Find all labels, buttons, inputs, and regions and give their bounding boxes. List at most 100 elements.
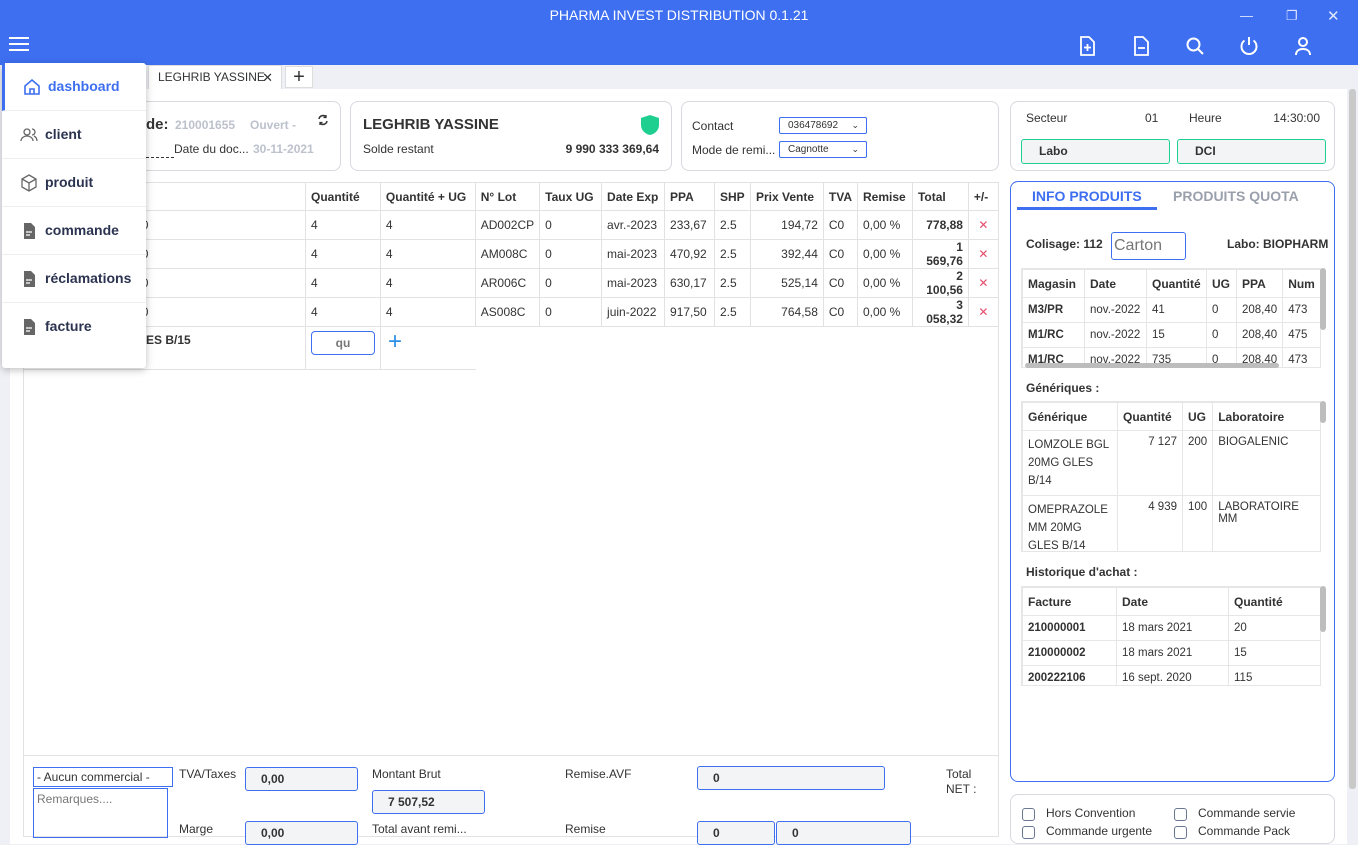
pack-label: Commande Pack	[1198, 824, 1291, 838]
refresh-icon[interactable]	[317, 114, 329, 126]
cell-qty[interactable]: 4	[305, 210, 381, 240]
table-row[interactable]: REL 1MG COMP B/3044AD002CP0avr.-2023233,…	[23, 210, 1000, 240]
remarks-textarea[interactable]: Remarques....	[33, 788, 168, 838]
cell-exp: juin-2022	[601, 297, 666, 327]
delete-icon[interactable]: ✕	[967, 210, 1000, 240]
sidebar-item-commande[interactable]: commande	[2, 207, 146, 255]
tva-field[interactable]: 0,00	[245, 767, 358, 791]
minimize-icon[interactable]: —	[1240, 8, 1253, 23]
cell-qty[interactable]: 4	[305, 268, 381, 298]
table-row[interactable]: M3/PR nov.-2022 41 0 208,40 473	[1022, 297, 1320, 323]
column-header[interactable]: Date Exp	[601, 182, 666, 211]
vertical-scrollbar[interactable]	[1320, 586, 1326, 632]
column-header[interactable]: Total	[911, 182, 969, 211]
carton-input[interactable]: Carton	[1111, 232, 1186, 260]
restore-icon[interactable]: ❐	[1286, 8, 1298, 24]
table-row[interactable]: OMEPRAZOLE MM 20MG GLES B/14 4 939 100 LABO…	[1022, 495, 1320, 551]
divider	[380, 326, 381, 370]
servie-checkbox[interactable]	[1174, 808, 1187, 821]
add-line-icon[interactable]: +	[388, 328, 402, 356]
cell-qty: 15	[1146, 322, 1207, 348]
urgente-checkbox[interactable]	[1022, 826, 1035, 839]
column-header[interactable]: Quantité + UG	[379, 182, 476, 211]
sidebar-item-facture[interactable]: facture	[2, 303, 146, 351]
column-header: Quantité	[1117, 402, 1183, 431]
mode-select[interactable]: Cagnotte ⌄	[779, 141, 867, 158]
brut-field[interactable]: 7 507,52	[372, 790, 485, 814]
add-tab-button[interactable]: +	[285, 66, 313, 88]
cell-qty[interactable]: 4	[305, 239, 381, 269]
column-header[interactable]: TVA	[822, 182, 858, 211]
column-header[interactable]: SHP	[714, 182, 751, 211]
divider	[146, 157, 174, 158]
avant-remise-label: Total avant remi...	[372, 822, 467, 836]
marge-field[interactable]: 0,00	[245, 821, 358, 845]
commercial-select[interactable]: - Aucun commercial -	[33, 767, 173, 787]
cell-price: 764,58	[749, 297, 824, 327]
table-row[interactable]: REL 2MG COMP B/3044AM008C0mai-2023470,92…	[23, 239, 1000, 269]
cell-tva: C0	[822, 297, 858, 327]
hors-convention-checkbox[interactable]	[1022, 808, 1035, 821]
history-table: Facture Date Quantité 210000001 18 mars 202…	[1022, 587, 1320, 685]
user-icon[interactable]	[1291, 34, 1315, 58]
tab-info-produits[interactable]: INFO PRODUITS	[1032, 188, 1142, 204]
remise-percent-field[interactable]: 0	[776, 821, 911, 845]
cell-qty: 7 127	[1117, 430, 1183, 496]
avf-field[interactable]: 0	[697, 766, 885, 790]
column-header[interactable]: Prix Vente	[749, 182, 824, 211]
column-header[interactable]: Taux UG	[539, 182, 603, 211]
cell-qty: 20	[1228, 615, 1320, 641]
search-icon[interactable]	[1183, 34, 1207, 58]
column-header: Quantité	[1146, 269, 1207, 298]
delete-icon[interactable]: ✕	[967, 239, 1000, 269]
horizontal-scrollbar[interactable]	[1025, 363, 1279, 368]
sidebar-item-reclamations[interactable]: réclamations	[2, 255, 146, 303]
column-header: UG	[1206, 269, 1237, 298]
table-row[interactable]: REL 3MG COMP B/3044AR006C0mai-2023630,17…	[23, 268, 1000, 298]
column-header: Date	[1084, 269, 1147, 298]
table-row[interactable]: LOMZOLE BGL 20MG GLES B/14 7 127 200 BIOGAL…	[1022, 430, 1320, 496]
close-icon[interactable]: ✕	[1327, 7, 1340, 25]
sidebar-item-dashboard[interactable]: dashboard	[2, 63, 146, 111]
sidebar-item-produit[interactable]: produit	[2, 159, 146, 207]
contact-value: 036478692	[788, 120, 839, 131]
dci-button[interactable]: DCI	[1177, 139, 1326, 164]
labo-button[interactable]: Labo	[1021, 139, 1170, 164]
chevron-down-icon: ⌄	[851, 120, 859, 130]
pack-checkbox[interactable]	[1174, 826, 1187, 839]
tab-produits-quota[interactable]: PRODUITS QUOTA	[1173, 188, 1299, 204]
column-header[interactable]: N° Lot	[474, 182, 541, 211]
table-row[interactable]: 210000001 18 mars 2021 20	[1022, 615, 1320, 641]
power-icon[interactable]	[1237, 34, 1261, 58]
history-table-wrap: Facture Date Quantité 210000001 18 mars 202…	[1021, 586, 1321, 686]
vertical-scrollbar[interactable]	[1320, 401, 1326, 423]
app-title: PHARMA INVEST DISTRIBUTION 0.1.21	[549, 7, 809, 23]
page-scrollbar[interactable]	[1349, 89, 1356, 789]
remove-document-icon[interactable]	[1129, 34, 1153, 58]
column-header: Magasin	[1022, 269, 1085, 298]
new-document-icon[interactable]	[1075, 34, 1099, 58]
hamburger-menu-icon[interactable]	[9, 37, 29, 51]
cell-qty[interactable]: 4	[305, 297, 381, 327]
delete-icon[interactable]: ✕	[967, 297, 1000, 327]
column-header[interactable]: Remise	[856, 182, 913, 211]
column-header: Date	[1116, 587, 1229, 616]
table-row[interactable]: M1/RC nov.-2022 15 0 208,40 475	[1022, 322, 1320, 348]
contact-select[interactable]: 036478692 ⌄	[779, 117, 867, 134]
column-header[interactable]: PPA	[664, 182, 715, 211]
new-line-product[interactable]: ES B/15	[146, 333, 191, 347]
close-tab-icon[interactable]: ✕	[262, 66, 273, 89]
vertical-scrollbar[interactable]	[1320, 268, 1326, 330]
table-row[interactable]: 210000002 18 mars 2021 15	[1022, 640, 1320, 666]
cell-lot: AS008C	[474, 297, 541, 327]
urgente-label: Commande urgente	[1046, 824, 1153, 838]
column-header[interactable]: Quantité	[305, 182, 381, 211]
tab-client[interactable]: LEGHRIB YASSINE ✕	[148, 65, 282, 89]
remise-field[interactable]: 0	[697, 821, 775, 845]
quantity-input[interactable]: qu	[311, 331, 375, 355]
table-row[interactable]: 200222106 16 sept. 2020 115	[1022, 665, 1320, 685]
table-row[interactable]: REL 6MG COMP B/3044AS008C0juin-2022917,5…	[23, 297, 1000, 327]
cell-tva: C0	[822, 268, 858, 298]
sidebar-item-client[interactable]: client	[2, 111, 146, 159]
delete-icon[interactable]: ✕	[967, 268, 1000, 298]
